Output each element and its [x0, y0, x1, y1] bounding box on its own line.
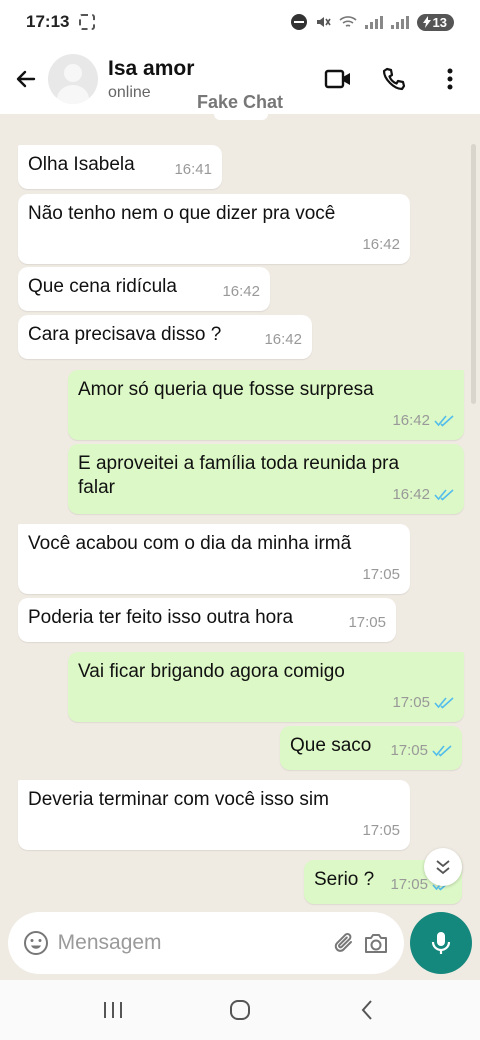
message-bubble[interactable]: Você acabou com o dia da minha irmã 17:0… — [18, 524, 410, 594]
message-time: 16:42 — [362, 236, 400, 253]
message-input[interactable] — [57, 931, 329, 955]
message-text: Olha Isabela — [28, 154, 135, 175]
do-not-disturb-icon — [290, 14, 307, 30]
attach-icon — [334, 933, 352, 952]
nav-recents-button[interactable] — [91, 988, 135, 1032]
message-bubble[interactable]: Amor só queria que fosse surpresa 16:42 — [68, 370, 464, 440]
read-ticks-icon — [434, 415, 454, 427]
message-meta: 16:42 — [222, 280, 260, 304]
read-ticks-icon — [434, 489, 454, 501]
signal-2-icon — [390, 15, 409, 29]
message-bubble[interactable]: E aproveitei a família toda reunida pra … — [68, 444, 464, 514]
message-meta: 17:05 — [362, 563, 400, 587]
back-arrow-icon — [16, 70, 36, 88]
wifi-icon — [338, 16, 357, 27]
message-bubble[interactable]: Não tenho nem o que dizer pra você 16:42 — [18, 194, 410, 264]
message-bubble[interactable]: Olha Isabela 16:41 — [18, 145, 222, 189]
message-time: 16:42 — [392, 412, 430, 429]
message-bubble[interactable]: Que saco 17:05 — [280, 726, 462, 770]
battery-icon: 13 — [416, 13, 454, 31]
message-time: 16:42 — [392, 486, 430, 503]
message-meta: 17:05 — [390, 739, 452, 763]
message-meta: 16:42 — [392, 409, 454, 433]
message-bubble[interactable]: Cara precisava disso ? 16:42 — [18, 315, 312, 359]
message-time: 16:42 — [264, 331, 302, 348]
message-text: Que saco — [290, 735, 372, 756]
nav-back-button[interactable] — [345, 988, 389, 1032]
message-meta: 16:42 — [264, 328, 302, 352]
watermark-text: Fake Chat — [196, 92, 284, 112]
message-meta: 17:05 — [362, 819, 400, 843]
message-text: Não tenho nem o que dizer pra você — [28, 203, 336, 224]
message-bubble[interactable]: Poderia ter feito isso outra hora 17:05 — [18, 598, 396, 642]
message-text: Cara precisava disso ? — [28, 324, 222, 345]
status-icons: 13 — [290, 13, 454, 31]
emoji-button[interactable] — [20, 923, 52, 963]
message-input-bar — [8, 912, 404, 974]
message-time: 17:05 — [390, 876, 428, 893]
message-meta: 17:05 — [348, 611, 386, 635]
message-time: 16:42 — [222, 283, 260, 300]
camera-button[interactable] — [360, 923, 392, 963]
message-time: 17:05 — [390, 742, 428, 759]
more-vert-icon — [447, 68, 453, 90]
chat-scrollbar[interactable] — [471, 144, 476, 404]
message-text: Serio ? — [314, 869, 375, 890]
video-call-icon — [324, 69, 350, 89]
message-text: Vai ficar brigando agora comigo — [78, 661, 345, 682]
camera-icon — [365, 934, 388, 953]
message-bubble[interactable]: Que cena ridícula 16:42 — [18, 267, 270, 311]
nav-home-button[interactable] — [218, 988, 262, 1032]
message-bubble[interactable]: Deveria terminar com você isso sim 17:05 — [18, 780, 410, 850]
message-text: E aproveitei a família toda reunida pra … — [78, 453, 400, 498]
charging-icon — [422, 16, 431, 28]
message-time: 17:05 — [348, 614, 386, 631]
message-bubble[interactable]: Vai ficar brigando agora comigo 17:05 — [68, 652, 464, 722]
message-text: Você acabou com o dia da minha irmã — [28, 533, 352, 554]
mute-icon — [316, 17, 331, 27]
nav-home-icon — [229, 1000, 250, 1020]
signal-icon — [364, 15, 383, 29]
message-text: Deveria terminar com você isso sim — [28, 789, 329, 810]
message-text: Amor só queria que fosse surpresa — [78, 379, 374, 400]
phone-icon — [382, 67, 406, 91]
message-meta: 17:05 — [392, 691, 454, 715]
attach-button[interactable] — [329, 923, 361, 963]
scroll-down-icon — [436, 860, 450, 875]
read-ticks-icon — [432, 745, 452, 757]
message-time: 17:05 — [392, 694, 430, 711]
message-time: 17:05 — [362, 566, 400, 583]
status-time: 17:13 — [26, 12, 70, 31]
read-ticks-icon — [434, 697, 454, 709]
scroll-to-bottom-button[interactable] — [424, 848, 462, 886]
system-nav-bar — [0, 980, 480, 1040]
status-bar: 17:13 13 — [0, 0, 480, 44]
message-meta: 16:42 — [392, 483, 454, 507]
battery-level: 13 — [432, 14, 447, 30]
message-meta: 16:41 — [174, 158, 212, 182]
contact-name: Isa amor — [108, 56, 195, 80]
emoji-icon — [23, 931, 48, 955]
message-text: Que cena ridícula — [28, 276, 177, 297]
nav-recents-icon — [104, 1002, 123, 1018]
mic-icon — [431, 932, 451, 954]
message-time: 17:05 — [362, 822, 400, 839]
nav-back-icon — [361, 1000, 372, 1020]
screenshot-icon — [79, 14, 96, 30]
message-time: 16:41 — [174, 161, 212, 178]
mic-button[interactable] — [410, 912, 472, 974]
message-meta: 16:42 — [362, 233, 400, 257]
message-text: Poderia ter feito isso outra hora — [28, 607, 294, 628]
